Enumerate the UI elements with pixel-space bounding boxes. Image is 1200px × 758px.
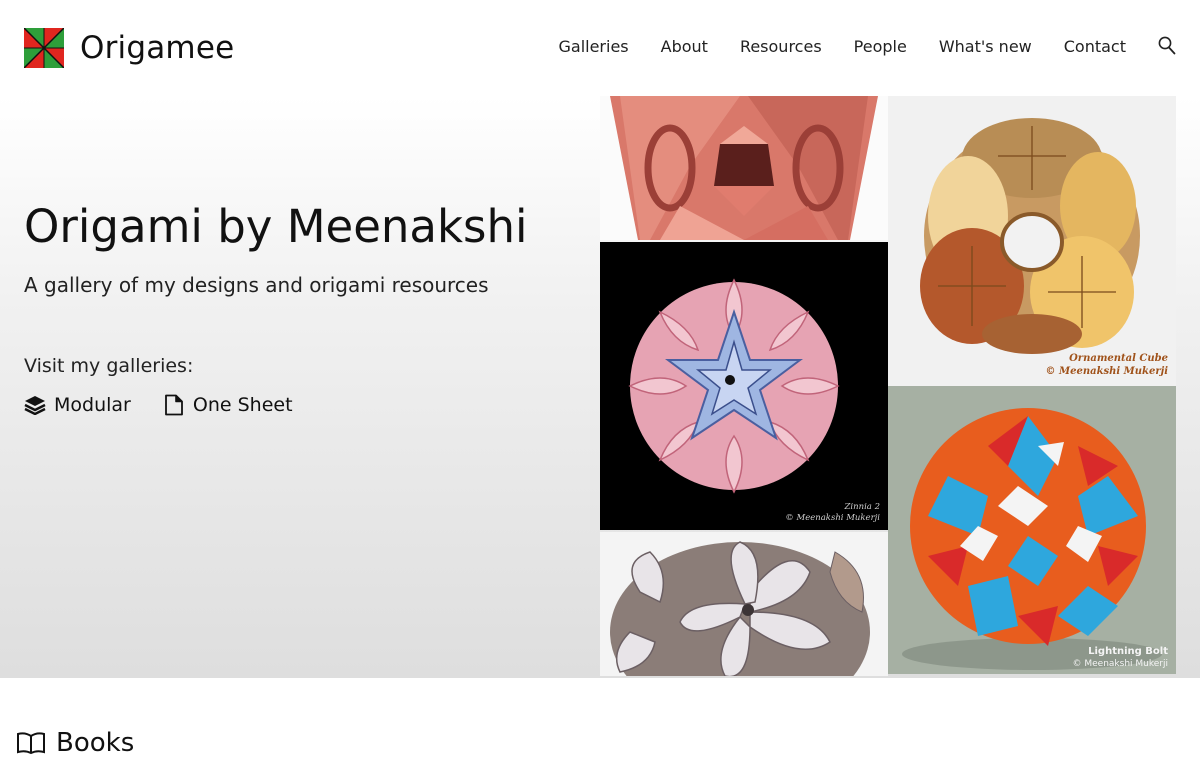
lightning-bolt-photo[interactable]: Lightning Bolt © Meenakshi Mukerji <box>888 386 1176 674</box>
ornamental-cube-caption: Ornamental Cube © Meenakshi Mukerji <box>1046 352 1168 378</box>
floral-ball-photo[interactable] <box>600 532 888 676</box>
site-header: Origamee Galleries About Resources Peopl… <box>0 0 1200 96</box>
lightning-caption-credit: © Meenakshi Mukerji <box>1072 659 1168 669</box>
nav-people[interactable]: People <box>854 37 907 56</box>
lightning-bolt-caption: Lightning Bolt © Meenakshi Mukerji <box>1073 646 1168 670</box>
zinnia-caption-title: Zinnia 2 <box>844 502 880 512</box>
zinnia-caption: Zinnia 2 © Meenakshi Mukerji <box>785 502 880 524</box>
books-section: Books <box>0 678 1200 758</box>
lightning-caption-title: Lightning Bolt <box>1088 646 1168 657</box>
page-icon <box>164 394 183 416</box>
layers-icon <box>24 396 46 415</box>
nav-resources[interactable]: Resources <box>740 37 822 56</box>
gallery-links: Modular One Sheet <box>24 394 325 416</box>
hero-subtitle: A gallery of my designs and origami reso… <box>24 273 489 297</box>
nav-galleries[interactable]: Galleries <box>558 37 628 56</box>
hero-title: Origami by Meenakshi <box>24 200 528 253</box>
nav-whats-new[interactable]: What's new <box>939 37 1032 56</box>
pink-modular-photo[interactable] <box>600 96 888 240</box>
one-sheet-link-label: One Sheet <box>192 394 293 416</box>
books-heading-label: Books <box>56 728 135 758</box>
brand-logo[interactable]: Origamee <box>24 28 234 68</box>
main-nav: Galleries About Resources People What's … <box>558 36 1176 56</box>
visit-galleries-label: Visit my galleries: <box>24 355 194 377</box>
modular-link-label: Modular <box>54 394 131 416</box>
zinnia-photo[interactable]: Zinnia 2 © Meenakshi Mukerji <box>600 242 888 530</box>
modular-gallery-link[interactable]: Modular <box>24 394 131 416</box>
search-icon[interactable] <box>1158 36 1176 56</box>
ornamental-caption-title: Ornamental Cube <box>1069 353 1168 364</box>
zinnia-caption-credit: © Meenakshi Mukerji <box>785 513 880 523</box>
one-sheet-gallery-link[interactable]: One Sheet <box>163 394 293 416</box>
ornamental-caption-credit: © Meenakshi Mukerji <box>1045 366 1168 377</box>
books-heading: Books <box>16 728 134 758</box>
nav-contact[interactable]: Contact <box>1064 37 1126 56</box>
book-icon <box>17 732 45 755</box>
ornamental-cube-photo[interactable]: Ornamental Cube © Meenakshi Mukerji <box>888 96 1176 386</box>
nav-about[interactable]: About <box>661 37 708 56</box>
pinwheel-logo-icon <box>24 28 64 68</box>
brand-name: Origamee <box>80 30 235 66</box>
